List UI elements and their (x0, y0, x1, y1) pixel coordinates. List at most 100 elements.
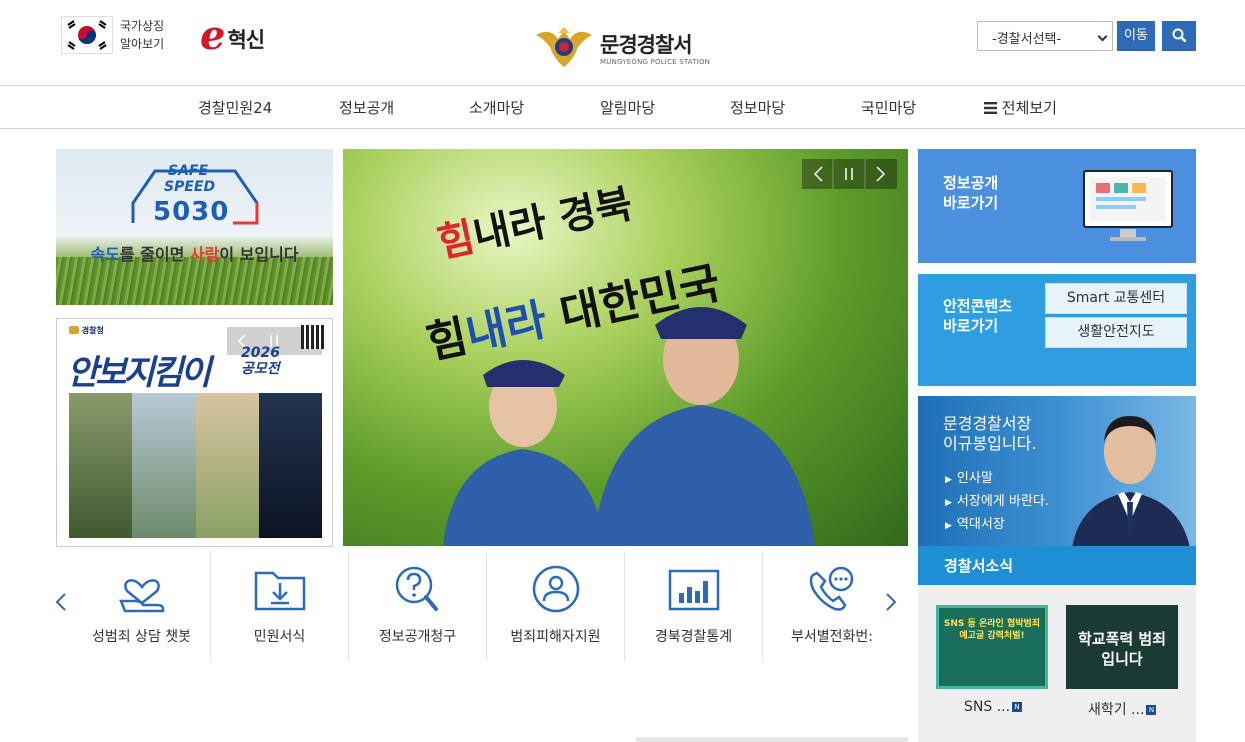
photo-soldier (69, 393, 133, 538)
einno-e: e (200, 12, 226, 59)
nav-item-public[interactable]: 국민마당 (861, 97, 916, 118)
quick-label: 범죄피해자지원 (510, 629, 601, 645)
safety-map-button[interactable]: 생활안전지도 (1045, 317, 1187, 348)
einno-text: 혁신 (227, 28, 265, 52)
news-thumb-sns[interactable]: SNS 등 온라인 협박범죄 예고글 강력처벌! (936, 605, 1048, 689)
safe-logo-2: SPEED (164, 179, 216, 195)
nav-item-all[interactable]: 전체보기 (984, 97, 1057, 118)
quick-label: 경북경찰통계 (654, 629, 733, 645)
main-nav: 경찰민원24 정보공개 소개마당 알림마당 정보마당 국민마당 전체보기 (0, 86, 1245, 129)
anbo-year-number: 2026 (241, 345, 280, 361)
quick-label: 부서별전화번: (791, 629, 873, 645)
safe-logo-1: SAFE (168, 163, 209, 179)
chief-link-greeting[interactable]: 인사말 (945, 468, 1049, 491)
news-thumb-school[interactable]: 학교폭력 범죄입니다 (1066, 605, 1178, 689)
anbo-org: 경찰청 (69, 325, 104, 336)
news-thumb-text: SNS 등 온라인 협박범죄 예고글 강력처벌! (943, 619, 1041, 641)
safety-content-panel: 안전콘텐츠 바로가기 Smart 교통센터 생활안전지도 (918, 274, 1196, 386)
info-title-1: 정보공개 (943, 174, 999, 192)
quick-menu: 성범죄 상담 챗봇 민원서식 정보공개청구 범죄피해자지원 경북경찰통계 부서별… (56, 551, 908, 661)
news-panel: SNS 등 온라인 협박범죄 예고글 강력처벌! 학교폭력 범죄입니다 SNS … (918, 585, 1196, 742)
news-caption-2[interactable]: 새학기 ... N (1088, 699, 1157, 719)
phone-chat-icon (809, 566, 854, 611)
site-logo[interactable]: 문경경찰서 MUNGYEONG POLICE STATION (534, 25, 734, 71)
info-title: 정보공개 바로가기 (943, 173, 998, 213)
news-caption-text: 새학기 ... (1088, 702, 1145, 718)
main-visual-slide[interactable]: 힘내라 경북 힘내라 대한민국 (343, 149, 908, 546)
anbo-title: 안보지킴이 (67, 353, 211, 393)
go-button[interactable]: 이동 (1117, 21, 1155, 51)
news-header[interactable]: 경찰서소식 (918, 546, 1196, 585)
chief-panel: 문경경찰서장 이규봉입니다. 인사말 서장에게 바란다. 역대서장 (918, 396, 1196, 548)
quick-label: 정보공개청구 (378, 629, 457, 645)
station-select[interactable]: -경찰서선택- (977, 21, 1113, 51)
chief-link-suggest[interactable]: 서장에게 바란다. (945, 491, 1049, 514)
nav-item-civil[interactable]: 경찰민원24 (198, 97, 272, 118)
safe-msg-part-3: 사람 (189, 245, 220, 264)
chief-line-1: 문경경찰서장 (943, 414, 1032, 433)
quick-item-forms[interactable]: 민원서식 (211, 551, 349, 661)
hamburger-icon (984, 102, 997, 114)
safety-title: 안전콘텐츠 바로가기 (943, 296, 1012, 336)
folder-download-icon (254, 571, 306, 611)
smart-traffic-button[interactable]: Smart 교통센터 (1045, 283, 1187, 314)
safe-msg-part-2: 를 줄이면 (119, 245, 190, 264)
chief-line-2: 이규봉입니다. (943, 434, 1037, 453)
quick-item-victim-support[interactable]: 범죄피해자지원 (487, 551, 625, 661)
divider (636, 737, 908, 742)
anbo-org-label: 경찰청 (81, 326, 104, 335)
nav-item-data[interactable]: 정보마당 (730, 97, 785, 118)
photo-family (132, 393, 196, 538)
police-emblem-icon (536, 27, 592, 67)
quick-label: 성범죄 상담 챗봇 (91, 629, 192, 645)
nav-item-intro[interactable]: 소개마당 (469, 97, 524, 118)
security-contest-banner[interactable]: 경찰청 안보지킴이 2026 공모전 (56, 318, 333, 547)
news-caption-text: SNS ... (964, 699, 1011, 715)
prev-icon[interactable] (813, 166, 823, 182)
national-flag-icon[interactable] (61, 16, 113, 54)
quick-item-chatbot[interactable]: 성범죄 상담 챗봇 (73, 551, 211, 661)
chief-greeting: 문경경찰서장 이규봉입니다. (943, 414, 1036, 454)
qr-code-icon (301, 325, 325, 349)
search-icon (1172, 28, 1187, 43)
quick-item-info-request[interactable]: 정보공개청구 (349, 551, 487, 661)
e-innovation-logo[interactable]: e 혁신 (200, 12, 265, 59)
nav-item-info[interactable]: 정보공개 (339, 97, 394, 118)
news-caption-1[interactable]: SNS ... N (964, 699, 1023, 715)
heart-hand-icon (119, 579, 165, 613)
person-circle-icon (532, 565, 580, 613)
safe-msg-part-4: 이 보입니다 (219, 245, 299, 264)
nav-item-notice[interactable]: 알림마당 (600, 97, 655, 118)
safety-title-1: 안전콘텐츠 (943, 297, 1013, 315)
chief-link-history[interactable]: 역대서장 (945, 514, 1049, 537)
anbo-sub: 공모전 (241, 361, 280, 377)
slider-controls[interactable] (802, 159, 897, 189)
national-symbol-link[interactable]: 국가상징 알아보기 (120, 17, 180, 53)
symbol-label-1: 국가상징 (120, 19, 165, 33)
safe-message: 속도를 줄이면 사람이 보입니다 (56, 241, 333, 265)
info-disclosure-shortcut[interactable]: 정보공개 바로가기 (918, 149, 1196, 263)
anbo-year: 2026 공모전 (241, 345, 280, 377)
site-title: 문경경찰서 (600, 33, 693, 57)
pause-icon[interactable] (845, 168, 853, 180)
new-badge: N (1146, 705, 1157, 715)
site-subtitle: MUNGYEONG POLICE STATION (600, 58, 711, 66)
next-icon[interactable] (876, 166, 886, 182)
quick-item-statistics[interactable]: 경북경찰통계 (625, 551, 763, 661)
bar-chart-icon (668, 569, 720, 611)
monitor-icon (1083, 170, 1173, 241)
safety-title-2: 바로가기 (943, 317, 999, 335)
police-badge-icon (69, 326, 79, 334)
station-select-value: -경찰서선택- (992, 32, 1062, 47)
new-badge: N (1012, 702, 1023, 712)
info-title-2: 바로가기 (943, 194, 999, 212)
safe-speed-banner[interactable]: SAFE SPEED 5030 속도를 줄이면 사람이 보입니다 (56, 149, 333, 305)
photo-hacker (258, 393, 322, 538)
chevron-down-icon (1097, 31, 1108, 42)
search-button[interactable] (1162, 21, 1196, 51)
symbol-label-2: 알아보기 (120, 37, 165, 51)
anbo-photo-strip (69, 393, 322, 538)
chief-portrait (1072, 416, 1190, 548)
all-menu-label: 전체보기 (1001, 99, 1057, 117)
quick-item-phone[interactable]: 부서별전화번: (763, 551, 901, 661)
